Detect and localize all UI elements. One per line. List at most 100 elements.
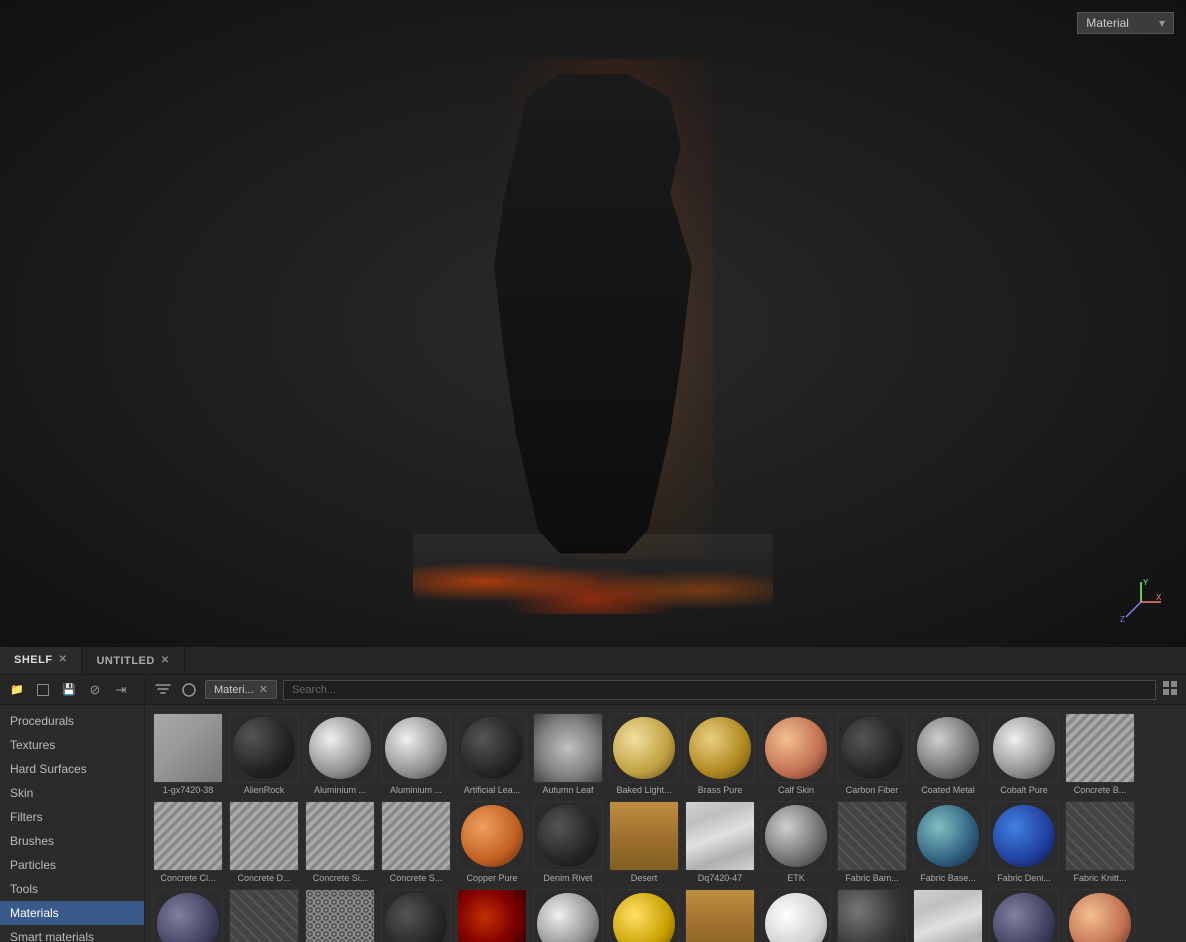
material-item-aluminium2[interactable]: Aluminium ... — [381, 713, 451, 795]
material-item-artificial-lea[interactable]: Artificial Lea... — [457, 713, 527, 795]
material-item-fabric-rou2[interactable]: Fabric Rou... — [229, 889, 299, 942]
sidebar-item-skin[interactable]: Skin — [0, 781, 144, 805]
material-label-1gx7420-38: 1-gx7420-38 — [153, 785, 223, 795]
tab-untitled-close[interactable]: ✕ — [161, 655, 170, 666]
material-label-brass-pure: Brass Pure — [685, 785, 755, 795]
material-label-concrete-b: Concrete B... — [1065, 785, 1135, 795]
search-input[interactable] — [283, 680, 1156, 700]
export-icon: ⇥ — [116, 682, 127, 698]
material-item-mat-row2-7[interactable] — [761, 889, 831, 942]
material-label-concrete-d: Concrete D... — [229, 873, 299, 883]
material-item-mat-row2-11[interactable] — [1065, 889, 1135, 942]
tab-untitled-label: UNTITLED — [96, 655, 154, 667]
material-item-denim-rivet[interactable]: Denim Rivet — [533, 801, 603, 883]
material-label-aluminium2: Aluminium ... — [381, 785, 451, 795]
sidebar-item-smart-materials[interactable]: Smart materials — [0, 925, 144, 942]
save-icon: 💾 — [62, 683, 76, 696]
material-item-autumn-leaf[interactable]: Autumn Leaf — [533, 713, 603, 795]
remove-filter-icon[interactable]: ✕ — [259, 683, 268, 696]
new-icon — [37, 684, 49, 696]
material-item-fabric-bam[interactable]: Fabric Bam... — [837, 801, 907, 883]
material-item-fabric-knitt[interactable]: Fabric Knitt... — [1065, 801, 1135, 883]
material-label-fabric-knitt: Fabric Knitt... — [1065, 873, 1135, 883]
material-label-concrete-si2: Concrete S... — [381, 873, 451, 883]
material-label-etk: ETK — [761, 873, 831, 883]
save-button[interactable]: 💾 — [58, 679, 80, 701]
svg-text:Z: Z — [1120, 615, 1125, 624]
material-item-concrete-cl[interactable]: Concrete Cl... — [153, 801, 223, 883]
material-item-concrete-si1[interactable]: Concrete Si... — [305, 801, 375, 883]
tab-shelf[interactable]: SHELF ✕ — [0, 647, 82, 674]
material-item-mat-row2-2[interactable] — [381, 889, 451, 942]
material-item-mat-row2-5[interactable] — [609, 889, 679, 942]
options-icon[interactable] — [179, 680, 199, 700]
tab-shelf-label: SHELF — [14, 654, 53, 666]
folder-button[interactable]: 📁 — [6, 679, 28, 701]
material-item-dq7420-47[interactable]: Dq7420-47 — [685, 801, 755, 883]
material-item-calf-skin[interactable]: Calf Skin — [761, 713, 831, 795]
material-label-concrete-si1: Concrete Si... — [305, 873, 375, 883]
tab-shelf-close[interactable]: ✕ — [59, 654, 68, 665]
character-model — [333, 34, 853, 614]
material-item-concrete-d[interactable]: Concrete D... — [229, 801, 299, 883]
sidebar-item-brushes[interactable]: Brushes — [0, 829, 144, 853]
sidebar-items: Procedurals Textures Hard Surfaces Skin … — [0, 705, 144, 942]
material-label-artificial-lea: Artificial Lea... — [457, 785, 527, 795]
sidebar-item-textures[interactable]: Textures — [0, 733, 144, 757]
svg-text:X: X — [1156, 593, 1162, 602]
material-item-carbon-fiber[interactable]: Carbon Fiber — [837, 713, 907, 795]
sidebar-item-particles[interactable]: Particles — [0, 853, 144, 877]
material-item-mat-row2-1[interactable] — [305, 889, 375, 942]
material-label-concrete-cl: Concrete Cl... — [153, 873, 223, 883]
material-item-aluminium1[interactable]: Aluminium ... — [305, 713, 375, 795]
sidebar-item-tools[interactable]: Tools — [0, 877, 144, 901]
material-item-concrete-si2[interactable]: Concrete S... — [381, 801, 451, 883]
material-item-fabric-deni[interactable]: Fabric Deni... — [989, 801, 1059, 883]
sidebar-item-hard-surfaces[interactable]: Hard Surfaces — [0, 757, 144, 781]
sidebar-item-materials[interactable]: Materials — [0, 901, 144, 925]
material-item-mat-row2-9[interactable] — [913, 889, 983, 942]
material-item-cobalt-pure[interactable]: Cobalt Pure — [989, 713, 1059, 795]
material-label-copper-pure: Copper Pure — [457, 873, 527, 883]
material-label-aluminium1: Aluminium ... — [305, 785, 375, 795]
main-content: Materi... ✕ 1-gx7420-38 AlienRock Aluminiu… — [145, 675, 1186, 942]
material-item-mat-row2-4[interactable] — [533, 889, 603, 942]
sidebar-item-procedurals[interactable]: Procedurals — [0, 709, 144, 733]
material-label-fabric-base: Fabric Base... — [913, 873, 983, 883]
material-item-fabric-base[interactable]: Fabric Base... — [913, 801, 983, 883]
material-label-calf-skin: Calf Skin — [761, 785, 831, 795]
material-item-baked-light[interactable]: Baked Light... — [609, 713, 679, 795]
filter-icon[interactable] — [153, 680, 173, 700]
axes-svg: Y X Z — [1116, 577, 1166, 627]
material-item-mat-row2-8[interactable] — [837, 889, 907, 942]
material-item-alienrock[interactable]: AlienRock — [229, 713, 299, 795]
export-button[interactable]: ⇥ — [110, 679, 132, 701]
material-item-concrete-b[interactable]: Concrete B... — [1065, 713, 1135, 795]
material-item-mat-row2-10[interactable] — [989, 889, 1059, 942]
character-body — [483, 74, 703, 554]
material-item-copper-pure[interactable]: Copper Pure — [457, 801, 527, 883]
material-item-desert[interactable]: Desert — [609, 801, 679, 883]
material-item-coated-metal[interactable]: Coated Metal — [913, 713, 983, 795]
sidebar-item-filters[interactable]: Filters — [0, 805, 144, 829]
active-filter-label: Materi... — [214, 684, 254, 696]
material-item-1gx7420-38[interactable]: 1-gx7420-38 — [153, 713, 223, 795]
material-item-mat-row2-6[interactable] — [685, 889, 755, 942]
link-icon: ⊘ — [90, 682, 101, 698]
material-label-carbon-fiber: Carbon Fiber — [837, 785, 907, 795]
material-item-fabric-rough[interactable]: Fabric Rough — [153, 889, 223, 942]
panel-content: 📁 💾 ⊘ ⇥ Procedurals — [0, 675, 1186, 942]
material-label-cobalt-pure: Cobalt Pure — [989, 785, 1059, 795]
sidebar-toolbar: 📁 💾 ⊘ ⇥ — [0, 675, 144, 705]
axes-indicator: Y X Z — [1116, 577, 1166, 627]
grid-view-button[interactable] — [1162, 680, 1178, 699]
material-item-brass-pure[interactable]: Brass Pure — [685, 713, 755, 795]
material-dropdown[interactable]: Material — [1077, 12, 1174, 34]
material-item-mat-row2-3[interactable] — [457, 889, 527, 942]
material-label-autumn-leaf: Autumn Leaf — [533, 785, 603, 795]
link-button[interactable]: ⊘ — [84, 679, 106, 701]
tab-untitled[interactable]: UNTITLED ✕ — [82, 647, 184, 674]
material-item-etk[interactable]: ETK — [761, 801, 831, 883]
active-filter-tag[interactable]: Materi... ✕ — [205, 680, 277, 699]
new-button[interactable] — [32, 679, 54, 701]
